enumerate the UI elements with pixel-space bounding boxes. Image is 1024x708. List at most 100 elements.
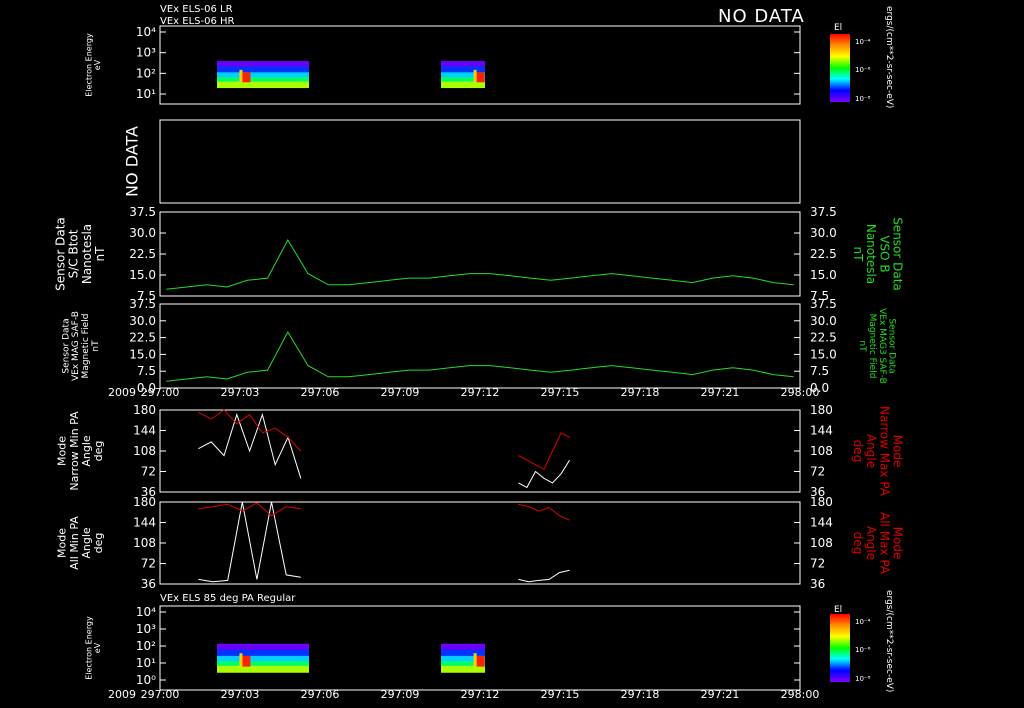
y-tick-label: 37.5 <box>129 297 156 311</box>
y-tick-label-right: 72 <box>810 465 825 479</box>
time-tick-label: 297:12 <box>461 386 500 399</box>
axis-label-line: Narrow Min PA <box>68 411 81 491</box>
axis-label-line: Sensor Data <box>887 318 897 373</box>
time-tick-label: 297:00 <box>141 386 180 399</box>
time-tick-label: 297:15 <box>541 386 580 399</box>
y-tick-label: 72 <box>141 557 156 571</box>
axis-year: 2009 <box>108 386 136 399</box>
axis-label-line: deg <box>851 440 865 463</box>
axis-label-line: Nanotesla <box>864 224 878 284</box>
y-tick-label: 10³ <box>136 622 156 636</box>
no-data-panel-label: NO DATA <box>123 126 142 197</box>
axis-label-line: deg <box>92 533 105 554</box>
axis-label-line: VEx MAG3 SAF-B <box>877 308 887 384</box>
time-tick-label: 297:03 <box>221 386 260 399</box>
heatmap-band <box>441 649 485 657</box>
y-tick-label-right: 22.5 <box>810 247 837 261</box>
y-tick-label-right: 22.5 <box>810 331 837 345</box>
header-line-1: VEx ELS-06 LR <box>160 4 233 15</box>
y-tick-label: 144 <box>133 516 156 530</box>
y-tick-label: 144 <box>133 424 156 438</box>
axis-label-line: Nanotesla <box>80 224 94 284</box>
time-tick-label: 297:00 <box>141 688 180 701</box>
heatmap-band <box>217 665 309 673</box>
y-tick-label: 15.0 <box>129 347 156 361</box>
axis-label-line: Mode <box>56 436 69 466</box>
time-tick-label: 297:09 <box>381 386 420 399</box>
heatmap-band <box>217 66 309 74</box>
heatmap-burst <box>217 643 309 673</box>
heatmap-peak-edge <box>239 653 243 667</box>
axis-label-line: Magnetic Field <box>867 314 877 379</box>
colorbar-tick: 10⁻⁸ <box>855 675 871 683</box>
heatmap-peak-edge <box>239 69 243 83</box>
axis-label-line: nT <box>93 246 107 262</box>
time-tick-label: 297:12 <box>461 688 500 701</box>
y-tick-label-right: 37.5 <box>810 297 837 311</box>
heatmap-peak <box>476 72 485 83</box>
y-tick-label: 10⁴ <box>136 25 156 39</box>
heatmap-band <box>441 81 485 89</box>
y-tick-label-right: 15.0 <box>810 347 837 361</box>
heatmap-burst <box>217 61 309 89</box>
y-tick-label-right: 37.5 <box>810 205 837 219</box>
time-tick-label: 297:15 <box>541 688 580 701</box>
axis-label-line: S/C Btot <box>67 229 81 278</box>
heatmap-band <box>441 66 485 74</box>
time-tick-label: 297:18 <box>621 688 660 701</box>
colorbar-tick: 10⁻⁶ <box>855 66 871 74</box>
colorbar-tick: 10⁻⁸ <box>855 95 871 103</box>
bottom-panel-title: VEx ELS 85 deg PA Regular <box>160 593 296 604</box>
time-tick-label: 297:03 <box>221 688 260 701</box>
y-tick-label-right: 30.0 <box>810 226 837 240</box>
y-tick-label: 22.5 <box>129 331 156 345</box>
axis-label-line: VSO B <box>877 235 891 272</box>
axis-label-line: Angle <box>80 435 93 467</box>
time-tick-label: 297:06 <box>301 386 340 399</box>
axis-label-line: NO DATA <box>123 126 142 197</box>
axis-label-line: Angle <box>864 526 878 560</box>
y-tick-label-right: 108 <box>810 444 833 458</box>
y-tick-label: 10¹ <box>136 87 156 101</box>
y-tick-label: 108 <box>133 444 156 458</box>
y-tick-label: 22.5 <box>129 247 156 261</box>
time-tick-label: 298:00 <box>781 386 820 399</box>
heatmap-band <box>217 81 309 89</box>
axis-label-line: deg <box>92 441 105 462</box>
header-line-2: VEx ELS-06 HR <box>160 16 235 27</box>
axis-label-line: nT <box>91 340 101 352</box>
axis-label-line: Mode <box>891 435 905 468</box>
colorbar-unit: ergs/(cm**2-sr-sec-eV) <box>884 6 894 108</box>
heatmap-band <box>217 649 309 657</box>
colorbar-title: El <box>834 23 842 33</box>
axis-label-line: All Min PA <box>68 516 81 570</box>
y-tick-label-right: 30.0 <box>810 314 837 328</box>
heatmap-peak <box>242 72 251 83</box>
colorbar-unit: ergs/(cm**2-sr-sec-eV) <box>884 590 894 692</box>
y-tick-label-right: 72 <box>810 557 825 571</box>
y-tick-label: 10⁴ <box>136 605 156 619</box>
axis-year: 2009 <box>108 688 136 701</box>
y-tick-label: 36 <box>141 577 156 591</box>
time-tick-label: 297:09 <box>381 688 420 701</box>
colorbar-tick: 10⁻⁴ <box>855 38 871 46</box>
heatmap-peak <box>242 655 251 667</box>
y-tick-label-right: 180 <box>810 403 833 417</box>
heatmap-band <box>217 643 309 651</box>
y-tick-label-right: 7.5 <box>810 364 829 378</box>
y-tick-label-right: 144 <box>810 516 833 530</box>
time-tick-label: 297:18 <box>621 386 660 399</box>
colorbar-tick: 10⁻⁶ <box>855 646 871 654</box>
axis-label-line: Mode <box>891 527 905 560</box>
no-data-label: NO DATA <box>718 6 805 27</box>
heatmap-band <box>441 665 485 673</box>
axis-label-line: Angle <box>80 527 93 559</box>
y-tick-label-right: 108 <box>810 536 833 550</box>
y-tick-label: 72 <box>141 465 156 479</box>
time-tick-label: 297:06 <box>301 688 340 701</box>
y-tick-label: 30.0 <box>129 314 156 328</box>
heatmap-band <box>441 643 485 651</box>
time-tick-label: 297:21 <box>701 386 740 399</box>
y-tick-label: 10² <box>136 66 156 80</box>
time-tick-label: 297:21 <box>701 688 740 701</box>
